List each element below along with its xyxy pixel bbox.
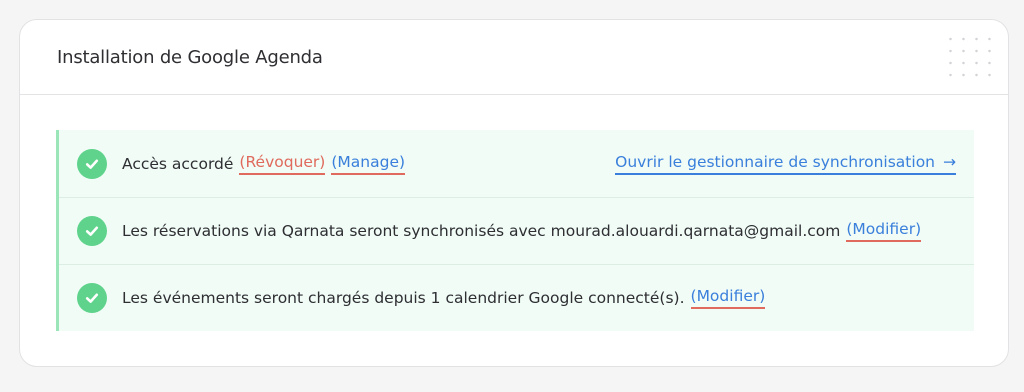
bookings-sync-row: Les réservations via Qarnata seront sync… <box>59 197 974 264</box>
check-circle-icon <box>77 148 107 179</box>
check-circle-icon <box>77 216 107 246</box>
access-granted-row: Accès accordé (Révoquer) (Manage) Ouvrir… <box>59 130 974 197</box>
open-sync-manager-link[interactable]: Ouvrir le gestionnaire de synchronisatio… <box>615 153 956 175</box>
status-panel: Accès accordé (Révoquer) (Manage) Ouvrir… <box>56 130 974 331</box>
events-load-row: Les événements seront chargés depuis 1 c… <box>59 264 974 331</box>
arrow-right-icon: → <box>943 152 956 171</box>
check-circle-icon <box>77 283 107 313</box>
access-granted-text: Accès accordé <box>122 154 234 173</box>
card-header: Installation de Google Agenda <box>20 20 1008 95</box>
bookings-sync-text: Les réservations via Qarnata seront sync… <box>122 222 841 240</box>
manage-link[interactable]: (Manage) <box>331 153 406 175</box>
sync-manager-label: Ouvrir le gestionnaire de synchronisatio… <box>615 152 935 171</box>
events-load-text: Les événements seront chargés depuis 1 c… <box>122 289 685 307</box>
dot-grid-decoration <box>944 33 996 81</box>
modify-calendars-link[interactable]: (Modifier) <box>690 287 766 309</box>
revoke-link[interactable]: (Révoquer) <box>239 153 326 175</box>
modify-sync-email-link[interactable]: (Modifier) <box>846 220 922 242</box>
page-title: Installation de Google Agenda <box>57 46 323 68</box>
google-calendar-card: Installation de Google Agenda Accès acco… <box>19 19 1009 367</box>
